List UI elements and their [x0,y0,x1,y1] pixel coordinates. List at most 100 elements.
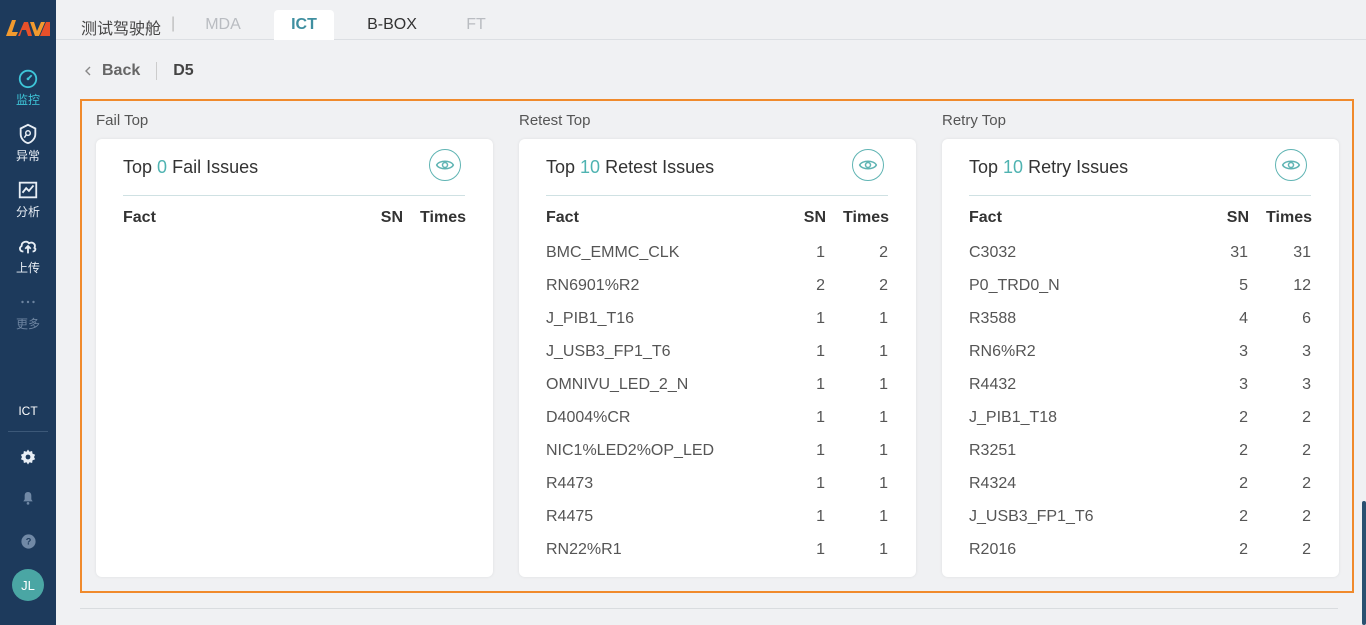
sn-cell: 1 [816,507,825,525]
times-cell: 2 [879,276,888,294]
sn-cell: 2 [1239,441,1248,459]
table-row[interactable]: R3588 4 6 [969,302,1311,335]
times-cell: 1 [879,540,888,558]
times-cell: 1 [879,309,888,327]
nav-label: 上传 [15,261,40,275]
help-icon[interactable]: ? [17,530,39,552]
view-details-button[interactable] [1275,149,1307,181]
gauge-icon [18,69,38,89]
sn-cell: 1 [816,309,825,327]
fact-cell: R2016 [969,540,1017,558]
tab-mda[interactable]: MDA [190,10,256,40]
table-row[interactable]: OMNIVU_LED_2_N 1 1 [546,368,888,401]
nav-label: 分析 [15,205,40,219]
heading-suffix: Retest Issues [605,157,715,177]
fact-cell: NIC1%LED2%OP_LED [546,441,715,459]
sn-cell: 1 [816,408,825,426]
sn-cell: 2 [1239,540,1248,558]
fact-cell: RN22%R1 [546,540,622,558]
bottom-divider [80,608,1338,609]
table-row[interactable]: J_PIB1_T16 1 1 [546,302,888,335]
sn-cell: 4 [1239,309,1248,327]
sn-cell: 1 [816,540,825,558]
table-row[interactable]: BMC_EMMC_CLK 1 2 [546,236,888,269]
table-row[interactable]: RN6%R2 3 3 [969,335,1311,368]
sn-cell: 1 [816,243,825,261]
table-row[interactable]: J_USB3_FP1_T6 1 1 [546,335,888,368]
eye-icon [435,160,455,170]
fact-cell: R4475 [546,507,594,525]
table-row[interactable]: J_USB3_FP1_T6 2 2 [969,500,1311,533]
back-label: Back [102,62,141,79]
main-content: Back D5 Fail Top Top 0 Fail Issues Fact … [56,41,1366,625]
bell-icon[interactable] [17,487,39,509]
nav-item-analysis[interactable]: 分析 [0,174,56,228]
nav-label: 异常 [15,149,40,163]
fact-cell: R3588 [969,309,1017,327]
table-row[interactable]: R4473 1 1 [546,467,888,500]
eye-icon [858,160,878,170]
table-row[interactable]: R3251 2 2 [969,434,1311,467]
times-cell: 1 [879,342,888,360]
nav-item-exception[interactable]: 异常 [0,118,56,172]
sn-cell: 5 [1239,276,1248,294]
column-header-fact: Fact [546,209,579,226]
view-details-button[interactable] [429,149,461,181]
table-row[interactable]: R4475 1 1 [546,500,888,533]
times-cell: 1 [879,375,888,393]
times-cell: 1 [879,408,888,426]
nav-item-monitor[interactable]: 监控 [0,62,56,116]
times-cell: 2 [1302,408,1311,426]
times-cell: 2 [1302,507,1311,525]
sidebar: 监控 异常 分析 上传 更多 ICT ? JL [0,0,56,625]
card-retry-top: Top 10 Retry Issues Fact SN Times C3032 3… [942,139,1339,577]
tab-ft[interactable]: FT [452,10,500,40]
table-row[interactable]: P0_TRD0_N 5 12 [969,269,1311,302]
tab-b-box[interactable]: B-BOX [356,10,428,40]
sn-cell: 3 [1239,375,1248,393]
settings-gear-icon[interactable] [17,446,39,468]
column-header-times: Times [843,209,889,226]
fact-cell: OMNIVU_LED_2_N [546,375,689,393]
table-row[interactable]: J_PIB1_T18 2 2 [969,401,1311,434]
times-cell: 1 [879,441,888,459]
card-heading: Top 10 Retest Issues [546,157,714,178]
avatar[interactable]: JL [12,569,44,601]
table-row[interactable]: R4432 3 3 [969,368,1311,401]
table-row[interactable]: RN22%R1 1 1 [546,533,888,566]
table-row[interactable]: C3032 31 31 [969,236,1311,269]
card-heading: Top 0 Fail Issues [123,157,258,178]
table-row[interactable]: NIC1%LED2%OP_LED 1 1 [546,434,888,467]
fact-cell: R3251 [969,441,1017,459]
nav-item-more[interactable]: 更多 [0,286,56,340]
back-button[interactable]: Back [82,62,140,80]
heading-suffix: Fail Issues [172,157,259,177]
issue-table-body: C3032 31 31 P0_TRD0_N 5 12 R3588 4 6 RN6%R2 3 3 R443… [969,236,1311,566]
nav-item-upload[interactable]: 上传 [0,230,56,284]
fact-cell: J_PIB1_T18 [969,408,1058,426]
table-row[interactable]: R2016 2 2 [969,533,1311,566]
section-title-retry: Retry Top [942,112,1006,129]
chart-icon [18,181,38,199]
heading-divider [969,195,1311,196]
chevron-left-icon [85,66,91,76]
heading-divider [123,195,465,196]
vertical-scrollbar[interactable] [1362,501,1366,625]
breadcrumb: Back D5 [82,62,194,80]
heading-prefix: Top [546,157,576,177]
sn-cell: 1 [816,375,825,393]
table-row[interactable]: R4324 2 2 [969,467,1311,500]
table-row[interactable]: D4004%CR 1 1 [546,401,888,434]
fact-cell: J_USB3_FP1_T6 [546,342,671,360]
lava-logo[interactable] [4,12,52,42]
fact-cell: J_PIB1_T16 [546,309,635,327]
sidebar-divider [8,431,48,432]
times-cell: 2 [1302,474,1311,492]
table-row[interactable]: RN6901%R2 2 2 [546,269,888,302]
column-header-times: Times [1266,209,1312,226]
tab-ict[interactable]: ICT [274,10,334,40]
view-details-button[interactable] [852,149,884,181]
fact-cell: J_USB3_FP1_T6 [969,507,1094,525]
sn-cell: 2 [1239,507,1248,525]
breadcrumb-divider [156,62,158,80]
